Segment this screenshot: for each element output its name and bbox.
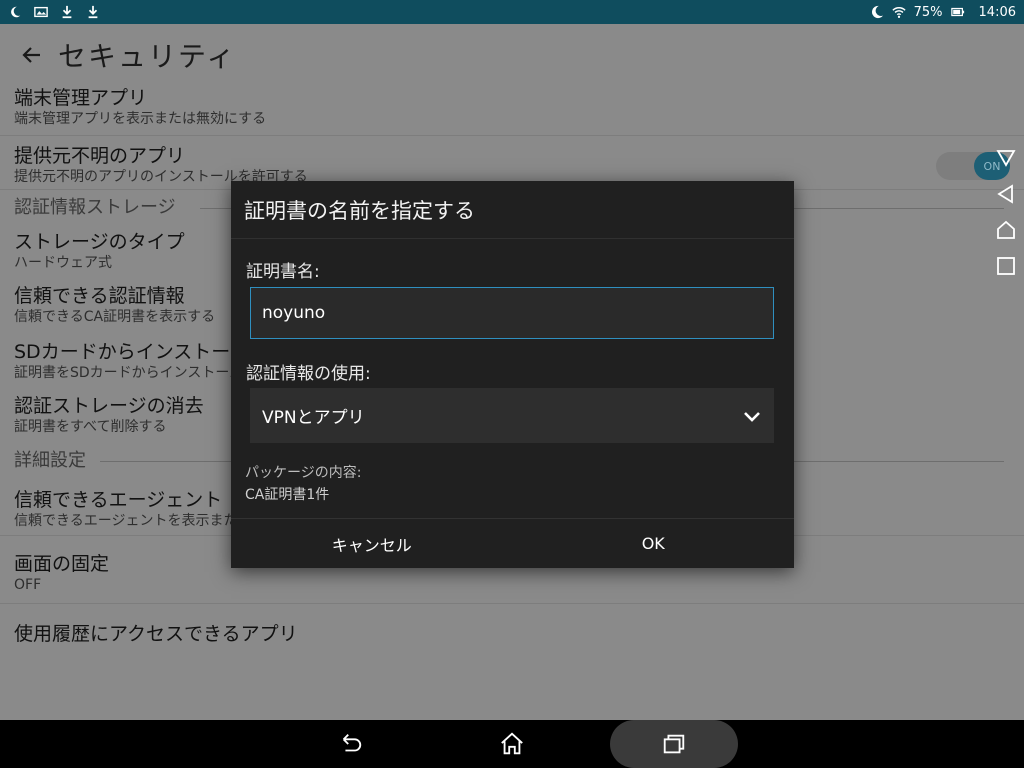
navigation-bar (0, 720, 1024, 768)
collapse-triangle-icon[interactable] (996, 146, 1016, 170)
recents-square-icon[interactable] (996, 254, 1016, 278)
wifi-icon (892, 5, 906, 19)
download-icon (86, 5, 100, 19)
home-icon[interactable] (996, 218, 1016, 242)
page-header: セキュリティ (0, 24, 1024, 86)
certificate-name-input[interactable]: noyuno (250, 287, 774, 339)
list-item-title: 提供元不明のアプリ (14, 145, 186, 167)
section-title: 詳細設定 (14, 450, 86, 471)
list-item-device-admin[interactable]: 端末管理アプリ 端末管理アプリを表示または無効にする (0, 86, 1024, 136)
dialog-buttons: キャンセル OK (231, 518, 794, 568)
name-certificate-dialog: 証明書の名前を指定する 証明書名: noyuno 認証情報の使用: VPNとアプ… (231, 181, 794, 568)
status-bar: 75% 14:06 (0, 0, 1024, 24)
back-arrow-icon[interactable] (20, 43, 44, 67)
home-icon[interactable] (497, 720, 527, 768)
list-item-subtitle: 端末管理アプリを表示または無効にする (14, 111, 267, 127)
battery-icon (950, 5, 965, 19)
credential-use-label: 認証情報の使用: (246, 364, 371, 384)
battery-percent: 75% (913, 4, 943, 20)
back-triangle-icon[interactable] (996, 182, 1016, 206)
credential-use-select[interactable]: VPNとアプリ (250, 388, 774, 443)
list-item-title: 端末管理アプリ (14, 87, 148, 109)
package-contents-label: パッケージの内容: (245, 465, 362, 481)
chevron-down-icon (742, 406, 762, 426)
list-item-title: 使用履歴にアクセスできるアプリ (14, 623, 298, 645)
moon-icon (8, 5, 22, 19)
image-icon (34, 5, 48, 19)
back-icon[interactable] (336, 720, 366, 768)
download-icon (60, 5, 74, 19)
section-title: 認証情報ストレージ (14, 197, 176, 218)
package-contents-value: CA証明書1件 (245, 487, 330, 503)
certificate-name-value: noyuno (262, 303, 326, 323)
clock: 14:06 (978, 4, 1016, 20)
list-item-subtitle: OFF (14, 577, 42, 593)
list-item-usage-access[interactable]: 使用履歴にアクセスできるアプリ (0, 604, 1024, 654)
credential-use-value: VPNとアプリ (262, 408, 365, 428)
ok-button[interactable]: OK (513, 519, 795, 568)
recent-apps-icon[interactable] (659, 720, 689, 768)
dialog-title: 証明書の名前を指定する (231, 181, 794, 239)
moon-icon (870, 5, 884, 19)
certificate-name-label: 証明書名: (246, 262, 320, 282)
page-title: セキュリティ (58, 40, 237, 73)
cancel-button[interactable]: キャンセル (231, 519, 513, 568)
floating-nav (996, 146, 1016, 278)
